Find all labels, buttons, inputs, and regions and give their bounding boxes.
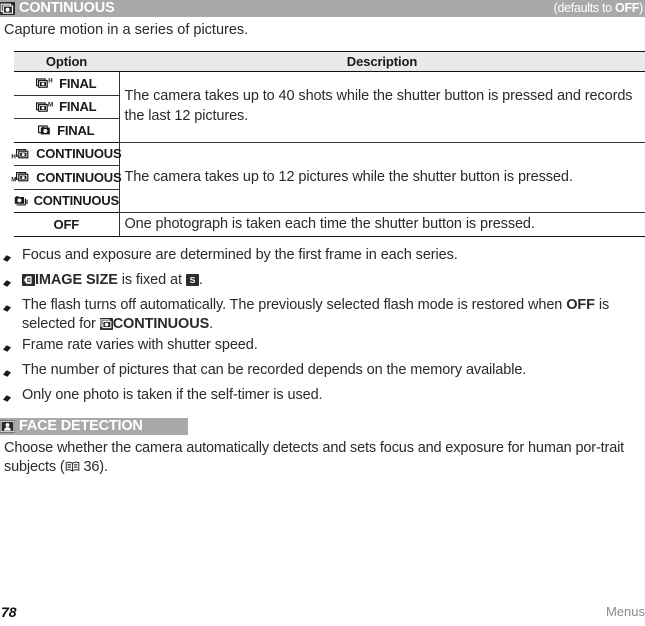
fixed-at-text: is fixed at — [117, 271, 186, 288]
face-detection-body-line2-after: ). — [99, 458, 108, 475]
sentence-period: . — [198, 271, 203, 288]
option-cell: M CONTINUOUS — [11, 165, 122, 190]
diamond-bullet-icon — [0, 271, 22, 295]
description-cell: One photograph is taken each time the sh… — [119, 212, 645, 237]
flash-note-text: The flash turns off automatically. The p… — [22, 296, 567, 313]
book-reference-icon — [65, 459, 80, 475]
option-cell: M FINAL — [14, 95, 120, 119]
final-medium-stack-icon: M — [36, 100, 56, 114]
diamond-bullet-icon — [0, 361, 22, 385]
option-label: FINAL — [57, 122, 95, 138]
diamond-bullet-icon — [0, 296, 22, 320]
table-row: OFF One photograph is taken each time th… — [14, 212, 645, 237]
continuous-label: CONTINUOUS — [112, 316, 210, 332]
continuous-intro-text: Capture motion in a series of pictures. — [4, 22, 249, 38]
image-size-label: IMAGE SIZE — [35, 271, 118, 288]
table-header-row: Option Description — [14, 51, 645, 72]
face-detection-section-header: FACE DETECTION — [0, 417, 188, 435]
continuous-burst-icon — [99, 318, 113, 330]
table-row: H FINAL The camera takes up to 40 shots … — [14, 71, 645, 143]
running-head: Menus — [605, 604, 645, 619]
continuous-section-title: CONTINUOUS — [19, 0, 115, 17]
defaults-suffix: ) — [639, 1, 643, 15]
option-label: FINAL — [59, 75, 97, 91]
page-content: CONTINUOUS (defaults to OFF) Capture mot… — [0, 0, 645, 477]
image-size-icon — [22, 273, 35, 286]
diamond-bullet-icon — [0, 336, 22, 360]
option-cell: CONTINUOUS — [14, 189, 120, 213]
svg-text:M: M — [11, 177, 16, 184]
continuous-notes-list: Focus and exposure are determined by the… — [0, 246, 645, 410]
option-cell: OFF — [14, 212, 120, 237]
option-label: CONTINUOUS — [36, 169, 122, 185]
option-label: CONTINUOUS — [33, 193, 120, 209]
list-item-text: Only one photo is taken if the self-time… — [22, 387, 323, 403]
svg-text:M: M — [48, 101, 53, 108]
option-cell: H FINAL — [14, 71, 120, 96]
table-row: H CONTINUOUS The camera takes up to 12 p… — [11, 142, 645, 213]
option-label: OFF — [53, 216, 80, 232]
description-cell: The camera takes up to 40 shots while th… — [119, 71, 645, 143]
option-label: CONTINUOUS — [36, 146, 122, 162]
page-reference-number: 36 — [83, 458, 100, 475]
continuous-options-table: Option Description H FINAL The camera ta… — [11, 51, 645, 237]
svg-text:S: S — [189, 275, 195, 285]
list-item-text: The number of pictures that can be recor… — [22, 362, 527, 378]
final-high-stack-icon: H — [36, 76, 56, 90]
list-item: The number of pictures that can be recor… — [0, 361, 645, 385]
column-header-description: Description — [119, 51, 645, 72]
page-number: 78 — [1, 604, 17, 620]
face-detection-section-title: FACE DETECTION — [19, 417, 143, 434]
list-item: IMAGE SIZE is fixed at S . — [0, 271, 645, 295]
defaults-prefix: (defaults to — [553, 1, 616, 15]
continuous-section-header: CONTINUOUS (defaults to OFF) — [0, 0, 645, 17]
final-stack-icon — [38, 123, 54, 137]
continuous-high-stack-icon: H — [11, 147, 33, 161]
continuous-stack-icon — [14, 194, 31, 208]
diamond-bullet-icon — [0, 246, 22, 270]
page-footer: 78 Menus — [0, 602, 645, 620]
face-detection-icon — [0, 419, 15, 433]
option-label: FINAL — [59, 99, 97, 115]
list-item: Frame rate varies with shutter speed. — [0, 336, 645, 360]
defaults-value: OFF — [615, 1, 640, 15]
description-cell: The camera takes up to 12 pictures while… — [119, 142, 645, 213]
face-detection-block: FACE DETECTION Choose whether the camera… — [0, 417, 645, 477]
list-item: Focus and exposure are determined by the… — [0, 246, 645, 270]
continuous-defaults-note: (defaults to OFF) — [553, 1, 644, 15]
off-label: OFF — [566, 296, 595, 313]
svg-text:H: H — [11, 153, 16, 160]
size-s-icon: S — [185, 273, 199, 286]
list-item-text: Focus and exposure are determined by the… — [22, 246, 458, 263]
continuous-medium-stack-icon: M — [11, 170, 33, 184]
option-cell: FINAL — [14, 118, 120, 143]
list-item-text: The flash turns off automatically. The p… — [22, 296, 645, 335]
face-detection-body: Choose whether the camera automatically … — [2, 439, 643, 477]
svg-text:H: H — [48, 78, 53, 85]
continuous-burst-icon — [0, 2, 15, 15]
column-header-option: Option — [14, 51, 119, 72]
option-cell: H CONTINUOUS — [11, 142, 122, 166]
sentence-period: . — [209, 316, 214, 332]
list-item-text: Frame rate varies with shutter speed. — [22, 337, 258, 353]
list-item: The flash turns off automatically. The p… — [0, 296, 645, 335]
list-item: Only one photo is taken if the self-time… — [0, 386, 645, 410]
diamond-bullet-icon — [0, 386, 22, 410]
face-detection-body-line1: Choose whether the camera automatically … — [4, 439, 601, 456]
list-item-text: IMAGE SIZE is fixed at S . — [22, 271, 645, 291]
